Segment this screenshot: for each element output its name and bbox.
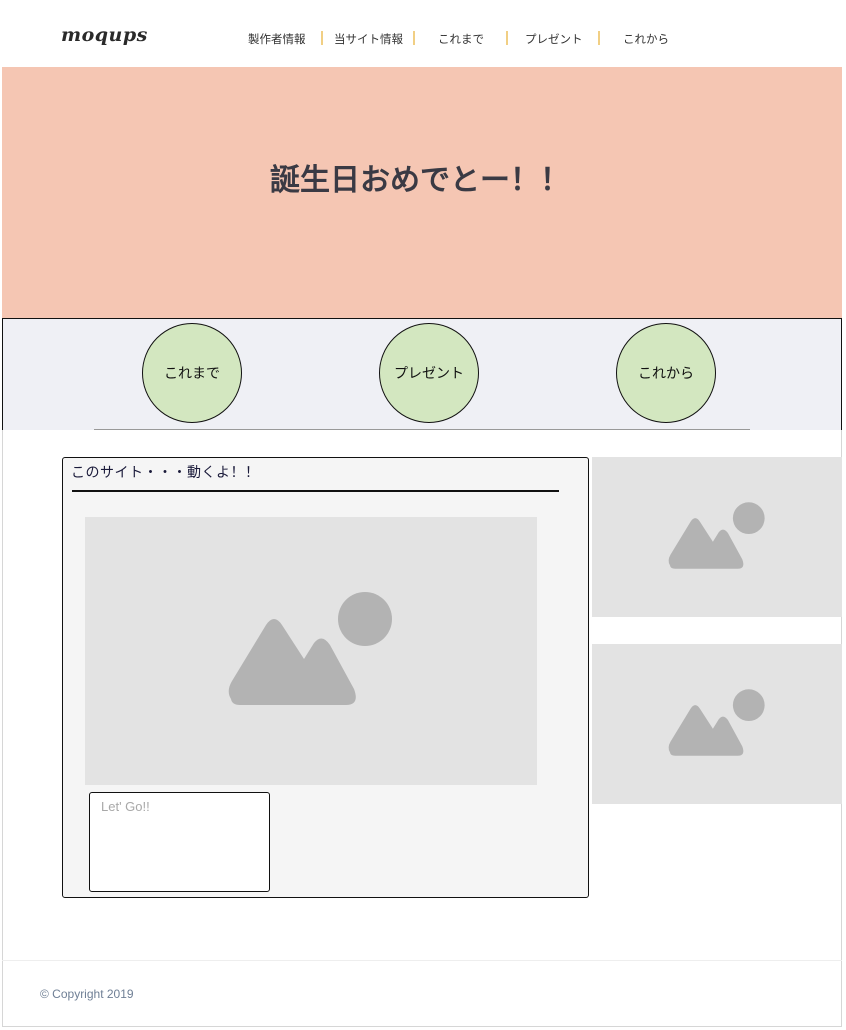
panel-title: このサイト・・・動くよ！！ [71,465,260,481]
nav-separator [413,31,415,45]
footer-copyright: © Copyright 2019 [40,987,134,1001]
footer-divider [2,960,842,961]
image-placeholder-icon [668,689,765,756]
nav-separator [321,31,323,45]
nav-site-info[interactable]: 当サイト情報 [334,31,403,47]
lets-go-textarea[interactable]: Let' Go!! [89,792,270,892]
site-logo[interactable]: moqups [61,24,148,46]
side-image-placeholder-bottom [592,644,842,804]
nav-past[interactable]: これまで [438,31,484,47]
nav-future[interactable]: これから [623,31,669,47]
nav-separator [506,31,508,45]
main-image-placeholder [85,517,537,785]
image-placeholder-icon [668,502,765,569]
panel-title-underline [72,490,559,492]
hero-title: 誕生日おめでとー！！ [270,163,570,198]
textarea-placeholder: Let' Go!! [101,799,150,814]
circle-button-present[interactable]: プレゼント [379,323,479,423]
circle-button-future[interactable]: これから [616,323,716,423]
side-image-placeholder-top [592,457,842,617]
nav-separator [598,31,600,45]
nav-creator-info[interactable]: 製作者情報 [248,31,306,47]
circle-button-past[interactable]: これまで [142,323,242,423]
image-placeholder-icon [228,592,392,705]
nav-present[interactable]: プレゼント [525,31,583,47]
band-divider [94,429,750,430]
